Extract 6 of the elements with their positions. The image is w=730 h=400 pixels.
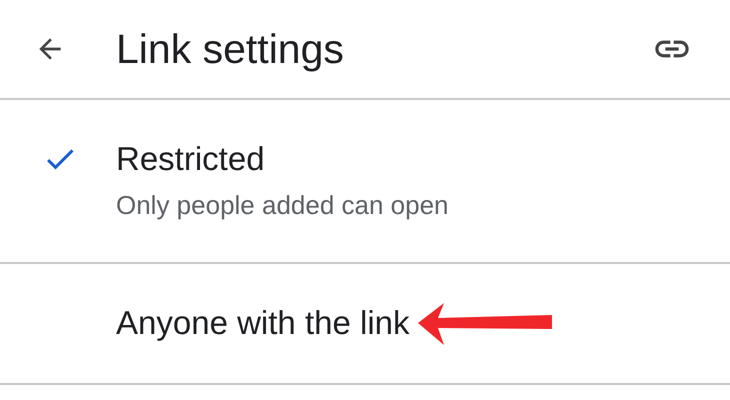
link-option[interactable]: Anyone with the link — [42, 264, 410, 383]
option-label: Restricted — [116, 140, 266, 178]
link-option[interactable]: Restricted Only people added can open — [42, 100, 448, 262]
option-description: Only people added can open — [116, 190, 448, 221]
option-label: Anyone with the link — [116, 304, 410, 342]
page-title: Link settings — [116, 26, 345, 72]
